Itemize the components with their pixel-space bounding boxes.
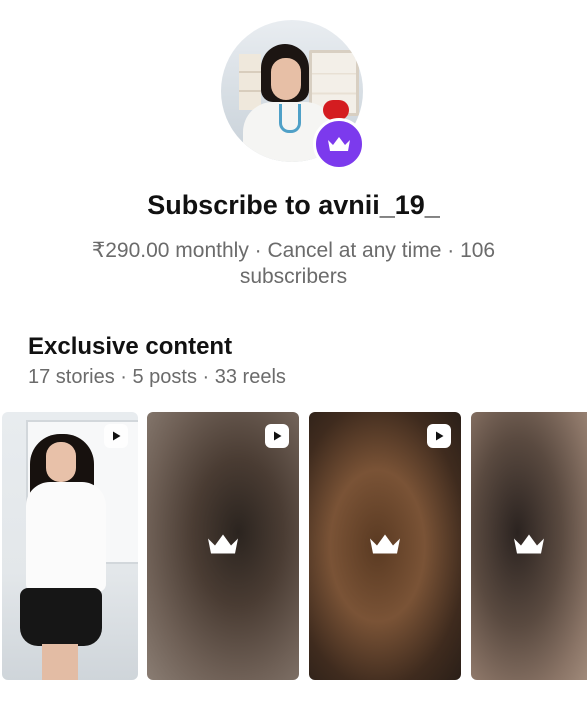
tile-person-shirt — [26, 482, 106, 592]
avatar-red-object — [323, 100, 349, 120]
tile-person-face — [46, 442, 76, 482]
subscription-details: ₹290.00 monthly · Cancel at any time · 1… — [91, 239, 496, 288]
locked-content-tile[interactable] — [147, 412, 299, 680]
reel-badge — [427, 424, 451, 448]
exclusive-content-counts: 17 stories · 5 posts · 33 reels — [28, 366, 286, 388]
exclusive-content-heading: Exclusive content — [28, 333, 233, 360]
tile-person-legs — [42, 644, 78, 680]
content-tile[interactable] — [2, 412, 138, 680]
avatar-face — [271, 58, 301, 100]
lock-crown — [511, 531, 547, 562]
locked-content-tile[interactable] — [309, 412, 461, 680]
play-icon — [436, 431, 444, 441]
lock-crown — [205, 531, 241, 562]
crown-icon — [208, 534, 238, 554]
lock-crown — [367, 531, 403, 562]
avatar-bg-shelf-left — [239, 54, 261, 110]
reel-badge — [265, 424, 289, 448]
crown-icon — [328, 137, 350, 151]
crown-icon — [514, 534, 544, 554]
crown-icon — [370, 534, 400, 554]
exclusive-content-grid — [0, 412, 587, 680]
subscribe-title: Subscribe to avnii_19_ — [147, 190, 440, 220]
tile-person-skirt — [20, 588, 102, 646]
locked-content-tile[interactable] — [471, 412, 587, 680]
reel-badge — [104, 424, 128, 448]
play-icon — [113, 431, 121, 441]
creator-avatar-container[interactable] — [221, 20, 367, 170]
avatar-stethoscope — [279, 104, 301, 133]
subscription-crown-badge — [313, 118, 365, 170]
play-icon — [274, 431, 282, 441]
